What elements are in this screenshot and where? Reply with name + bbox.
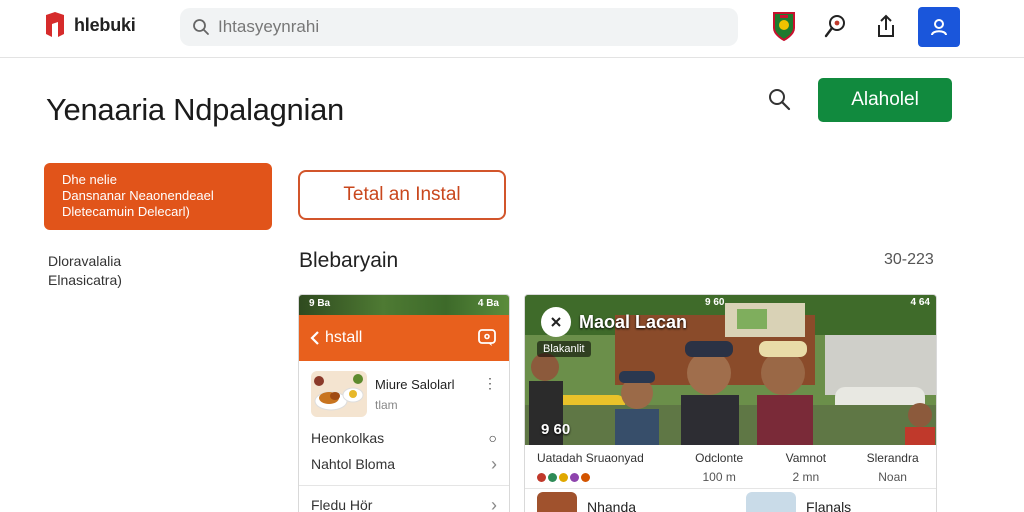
app-preview-card[interactable]: 9 Ba 4 Ba hstall Miure Salolarl tlam ⋮ H… [298, 294, 510, 512]
section-title: Blebaryain [299, 249, 399, 272]
app-name: hlebuki [74, 14, 136, 35]
stat-value: 100 m [702, 470, 736, 484]
thumbnail [537, 492, 577, 512]
user-profile-button[interactable] [918, 7, 960, 47]
item-subtitle: tlam [375, 398, 398, 412]
status-signal: 4 Ba [477, 298, 499, 309]
stats-row: Uatadah Sruaonyad Odclonte 100 m Vamnot … [525, 445, 936, 489]
rating-dots [537, 470, 676, 484]
status-time: 9 60 [705, 297, 725, 308]
item-title: Miure Salolarl [375, 377, 455, 392]
overlay-title: Maoal Lacan [579, 311, 688, 332]
item-title: Flanals [806, 499, 852, 512]
install-button[interactable]: Tetal an Instal [298, 170, 506, 220]
top-bar: hlebuki Ihtasyeynrahi [0, 0, 1024, 58]
search-icon[interactable] [766, 86, 794, 114]
phone-status-bar: 9 Ba 4 Ba [299, 295, 509, 315]
list-item[interactable]: Nhanda Flanals [525, 489, 936, 512]
item-title: Nhanda [587, 499, 637, 512]
row-label: Nahtol Bloma [311, 456, 396, 472]
promo-line: Dansnanar Neaonendeael [62, 188, 214, 203]
chat-icon[interactable] [477, 328, 497, 348]
stat-cell: Uatadah Sruaonyad [525, 445, 676, 488]
overlay-tag: Blakanlit [537, 341, 591, 357]
user-icon [931, 19, 947, 36]
divider [299, 485, 509, 486]
status-signal: 4 64 [910, 297, 930, 308]
row-label: Fledu Hör [311, 497, 373, 512]
phone-bar-title: hstall [325, 329, 363, 346]
section-meta: 30-223 [884, 251, 934, 268]
stat-cell: Odclonte 100 m [676, 445, 763, 488]
promo-line: Dletecamuin Delecarl) [62, 204, 190, 219]
stat-label: Slerandra [866, 451, 919, 465]
rating-dot [570, 473, 579, 483]
more-icon[interactable]: ⋮ [483, 375, 497, 392]
stat-cell: Slerandra Noan [849, 445, 936, 488]
media-card[interactable]: Maoal Lacan Blakanlit 9 60 9 60 4 64 Uat… [524, 294, 937, 512]
rating-dot [537, 473, 546, 483]
search-icon [193, 19, 209, 35]
chevron-right-icon: › [491, 453, 497, 474]
chevron-right-icon: › [491, 494, 497, 512]
rating-dot [581, 473, 590, 483]
status-time: 9 Ba [309, 298, 331, 309]
side-note: Dloravalalia Elnasicatra) [48, 252, 122, 290]
logo-icon [46, 12, 64, 37]
promo-line: Dhe nelie [62, 172, 117, 187]
map-pin-search-icon[interactable] [820, 10, 852, 42]
overlay-count: 9 60 [541, 421, 571, 438]
food-image [311, 371, 367, 417]
overlay-header: Maoal Lacan [541, 307, 687, 337]
app-logo[interactable]: hlebuki [44, 12, 136, 38]
stat-value: 2 mn [792, 470, 820, 484]
side-note-line: Elnasicatra) [48, 272, 122, 288]
promo-banner[interactable]: Dhe nelie Dansnanar Neaonendeael Dleteca… [44, 163, 272, 230]
radio-icon[interactable]: ○ [489, 430, 497, 446]
list-row[interactable]: Nahtol Bloma › [299, 451, 509, 477]
primary-action-button[interactable]: Alaholel [818, 78, 952, 122]
stat-label: Odclonte [695, 451, 744, 465]
stat-label: Uatadah Sruaonyad [537, 451, 644, 465]
list-row[interactable]: Heonkolkas ○ [299, 425, 509, 451]
avatar [746, 492, 797, 512]
share-icon[interactable] [870, 10, 902, 42]
side-note-line: Dloravalalia [48, 253, 122, 269]
emblem-icon[interactable] [768, 10, 800, 42]
phone-app-bar: hstall [299, 315, 509, 361]
stat-label: Vamnot [785, 451, 827, 465]
list-item[interactable]: Miure Salolarl tlam ⋮ [299, 361, 509, 423]
group-photo[interactable]: Maoal Lacan Blakanlit 9 60 9 60 4 64 [525, 295, 936, 445]
row-label: Heonkolkas [311, 430, 385, 446]
rating-dot [548, 473, 557, 483]
stat-cell: Vamnot 2 mn [763, 445, 850, 488]
back-arrow-icon[interactable] [309, 330, 321, 346]
list-row[interactable]: Fledu Hör › [299, 492, 509, 512]
rating-dot [559, 473, 568, 483]
stat-value: Noan [878, 470, 907, 484]
search-bar[interactable]: Ihtasyeynrahi [180, 8, 738, 46]
close-icon[interactable] [541, 307, 571, 337]
search-input[interactable]: Ihtasyeynrahi [218, 17, 319, 37]
page-title: Yenaaria Ndpalagnian [46, 92, 344, 127]
